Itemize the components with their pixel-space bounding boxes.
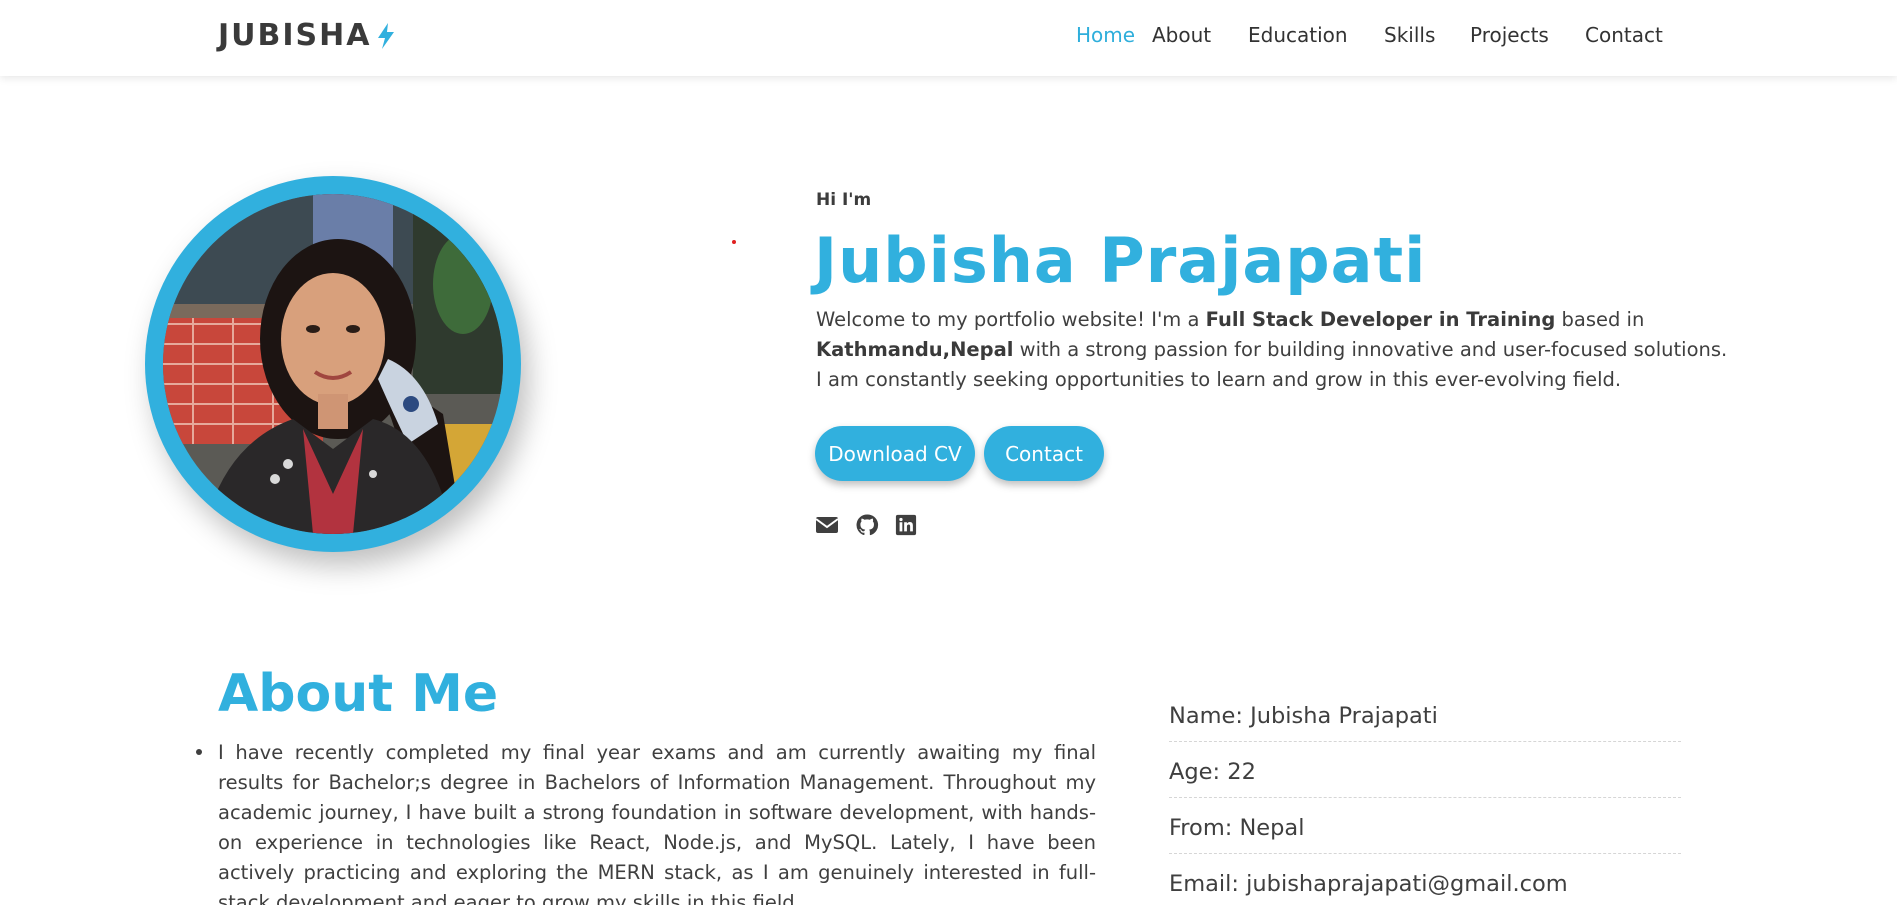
logo-text: JUBISHA — [218, 18, 372, 53]
info-name: Name: Jubisha Prajapati — [1169, 703, 1681, 742]
info-email: Email: jubishaprajapati@gmail.com — [1169, 871, 1681, 905]
linkedin-icon[interactable] — [894, 514, 918, 536]
intro-paragraph: Welcome to my portfolio website! I'm a F… — [816, 305, 1736, 395]
profile-photo-frame — [145, 176, 521, 552]
envelope-icon[interactable] — [815, 514, 839, 536]
intro-location: Kathmandu,Nepal — [816, 338, 1014, 361]
bullet-marker — [196, 749, 202, 755]
about-paragraph: I have recently completed my final year … — [218, 741, 1096, 905]
info-age: Age: 22 — [1169, 759, 1681, 798]
about-title: About Me — [218, 664, 499, 724]
site-logo[interactable]: JUBISHA — [218, 18, 397, 53]
github-icon[interactable] — [855, 514, 879, 536]
info-from: From: Nepal — [1169, 815, 1681, 854]
contact-button[interactable]: Contact — [984, 426, 1104, 481]
nav-contact[interactable]: Contact — [1585, 23, 1663, 47]
lightning-icon — [378, 22, 395, 49]
download-cv-button[interactable]: Download CV — [815, 426, 975, 481]
profile-photo — [163, 194, 503, 534]
intro-text: Welcome to my portfolio website! I'm a — [816, 308, 1206, 331]
nav-projects[interactable]: Projects — [1470, 23, 1549, 47]
nav-home[interactable]: Home — [1076, 23, 1135, 47]
intro-text: based in — [1555, 308, 1645, 331]
greeting: Hi I'm — [816, 190, 872, 210]
nav-skills[interactable]: Skills — [1384, 23, 1435, 47]
nav-about[interactable]: About — [1152, 23, 1211, 47]
site-header: JUBISHA Home About Education Skills Proj… — [0, 0, 1897, 76]
nav-education[interactable]: Education — [1248, 23, 1348, 47]
hero-name: Jubisha Prajapati — [814, 224, 1427, 297]
intro-role: Full Stack Developer in Training — [1205, 308, 1556, 331]
decorative-dot — [732, 240, 736, 244]
